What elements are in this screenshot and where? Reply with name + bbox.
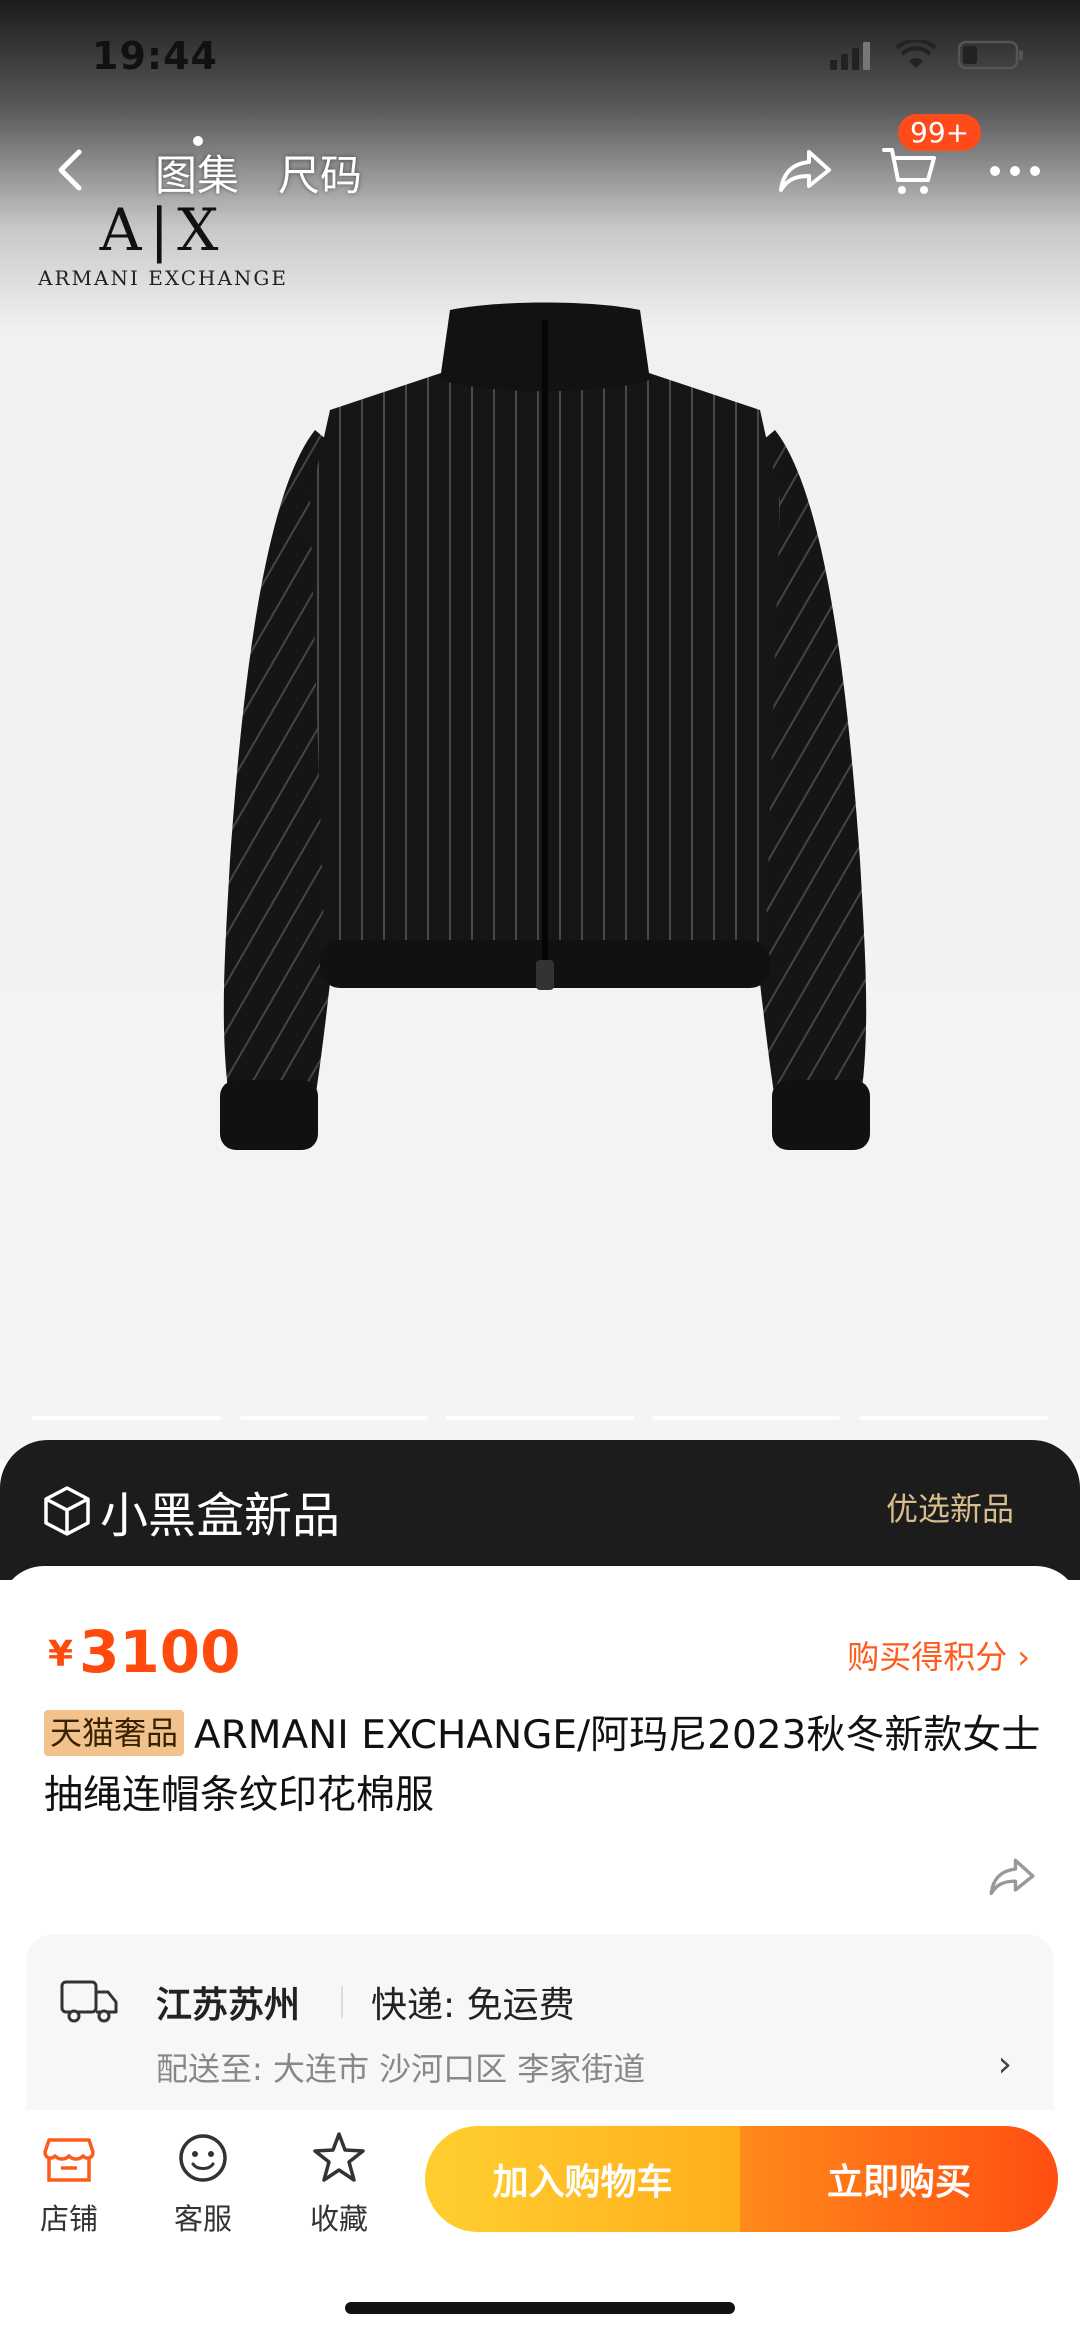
back-icon	[58, 149, 82, 191]
truck-icon	[60, 1980, 118, 2023]
ship-from: 江苏苏州	[156, 1985, 301, 2026]
gallery-dot[interactable]	[652, 1416, 842, 1420]
purchase-buttons: 加入购物车 立即购买	[425, 2126, 1058, 2232]
divider	[341, 1986, 343, 2018]
service-icon	[179, 2134, 227, 2182]
price-currency: ¥	[48, 1634, 74, 1675]
service-label: 客服	[173, 2202, 232, 2236]
gallery-dot[interactable]	[859, 1416, 1048, 1420]
more-icon	[990, 166, 1000, 176]
product-image-gallery[interactable]: 19:44 图集 尺码 99+ A|X ARMANI EXCHANGE	[0, 0, 1080, 1460]
brand-logo: A|X ARMANI EXCHANGE	[38, 196, 288, 306]
gallery-dot[interactable]	[445, 1416, 635, 1420]
tab-gallery[interactable]: 图集	[155, 142, 239, 203]
banner-logo: 小黑盒新品	[42, 1476, 340, 1546]
brand-mark: A|X	[99, 196, 227, 264]
deliver-to-address: 配送至: 大连市 沙河口区 李家街道	[156, 2050, 646, 2088]
customer-service-button[interactable]: 客服	[148, 2130, 258, 2238]
more-button[interactable]	[990, 166, 1040, 178]
signal-icon	[830, 42, 870, 70]
status-bar: 19:44	[0, 0, 1080, 120]
cart-count-badge: 99+	[898, 114, 982, 151]
delivery-info[interactable]: 江苏苏州 快递: 免运费 配送至: 大连市 沙河口区 李家街道 ›	[26, 1934, 1054, 2134]
product-title-text: ARMANI EXCHANGE/阿玛尼2023秋冬新款女士抽绳连帽条纹印花棉服	[44, 1713, 1041, 1818]
status-icons	[830, 40, 1024, 70]
product-share-button[interactable]	[986, 1850, 1038, 1902]
buy-now-button[interactable]: 立即购买	[740, 2126, 1058, 2232]
banner-featured-link[interactable]: 优选新品	[886, 1484, 1014, 1530]
banner-title: 小黑盒新品	[100, 1488, 341, 1544]
price: ¥3100	[48, 1618, 241, 1686]
brand-name: ARMANI EXCHANGE	[38, 266, 288, 290]
battery-icon	[958, 40, 1023, 70]
share-button[interactable]	[775, 140, 835, 200]
tmall-luxury-tag: 天猫奢品	[44, 1710, 185, 1756]
product-title: 天猫奢品 ARMANI EXCHANGE/阿玛尼2023秋冬新款女士抽绳连帽条纹印…	[44, 1706, 1044, 1826]
status-time: 19:44	[92, 34, 218, 78]
gallery-pagination	[32, 1416, 1048, 1422]
share-icon	[779, 150, 831, 192]
gallery-dot[interactable]	[32, 1416, 221, 1420]
share-icon	[989, 1858, 1035, 1896]
price-value: 3100	[79, 1618, 241, 1686]
product-photo	[220, 302, 870, 1150]
wifi-icon	[896, 40, 936, 68]
chevron-right-icon: ›	[997, 2044, 1012, 2085]
store-button[interactable]: 店铺	[14, 2130, 124, 2238]
store-label: 店铺	[39, 2202, 98, 2236]
favorite-button[interactable]: 收藏	[284, 2130, 394, 2238]
back-button[interactable]	[40, 140, 100, 200]
chevron-right-icon: ›	[1017, 1638, 1030, 1676]
cube-icon	[44, 1486, 90, 1536]
tab-size[interactable]: 尺码	[278, 142, 362, 203]
gallery-dot[interactable]	[238, 1416, 428, 1420]
favorite-label: 收藏	[309, 2202, 368, 2236]
star-icon	[313, 2132, 365, 2182]
points-link[interactable]: 购买得积分 ›	[847, 1632, 1030, 1678]
shipping-fee: 快递: 免运费	[371, 1985, 575, 2026]
store-icon	[43, 2138, 95, 2182]
home-indicator	[345, 2302, 735, 2314]
new-product-banner[interactable]: 小黑盒新品 优选新品	[0, 1440, 1080, 1580]
add-to-cart-button[interactable]: 加入购物车	[425, 2126, 740, 2232]
points-label: 购买得积分	[847, 1638, 1008, 1676]
product-info-card: ¥3100 购买得积分 › 天猫奢品 ARMANI EXCHANGE/阿玛尼2023…	[0, 1566, 1080, 2134]
